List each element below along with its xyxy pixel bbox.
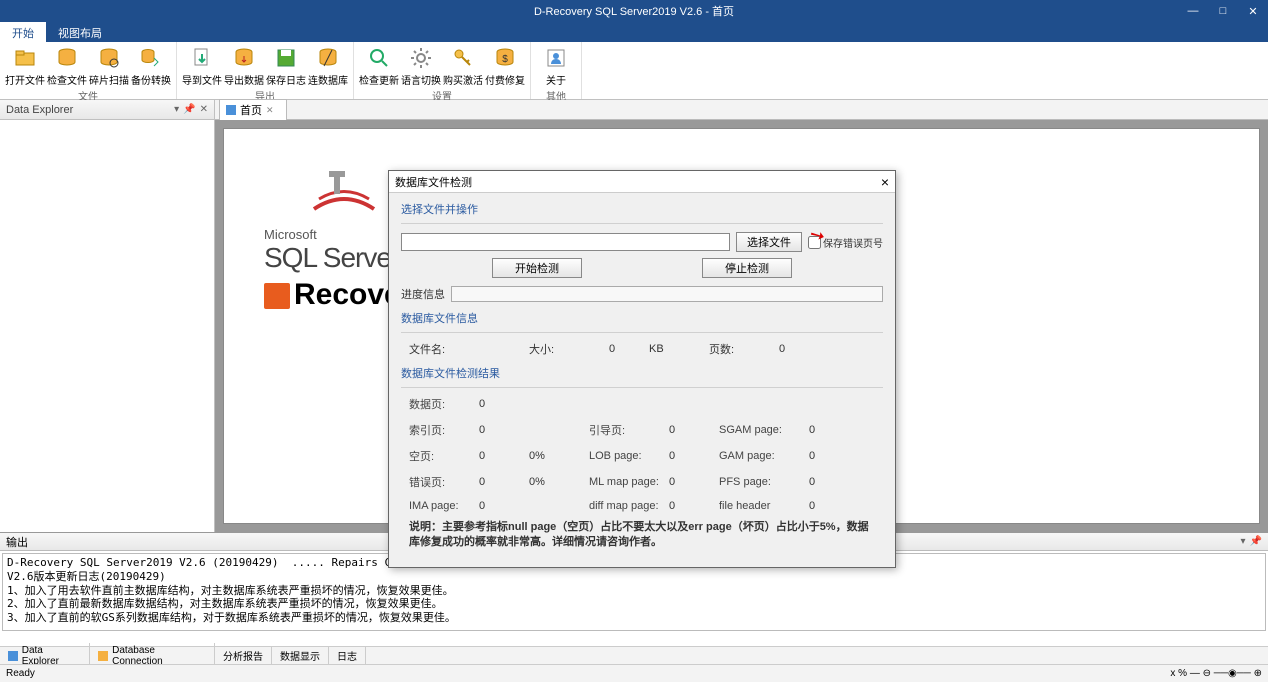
magnifier-icon	[367, 46, 391, 70]
pin-icon[interactable]: 📌	[183, 104, 195, 115]
save-log-button[interactable]: 保存日志	[265, 44, 307, 87]
doc-tab-icon	[226, 105, 236, 115]
titlebar: D-Recovery SQL Server2019 V2.6 - 首页 — □ …	[0, 0, 1268, 22]
section-fileinfo-title: 数据库文件信息	[401, 310, 883, 326]
size-value: 0	[609, 343, 649, 355]
status-ready: Ready	[6, 668, 35, 679]
dropdown-icon[interactable]: ▾	[174, 104, 179, 115]
section-select-title: 选择文件并操作	[401, 201, 883, 217]
statusbar: Ready x % — ⊖ ──◉── ⊕	[0, 664, 1268, 682]
tree-icon	[8, 651, 18, 661]
doc-tab-close-icon[interactable]: ✕	[266, 105, 274, 116]
tab-data-display[interactable]: 数据显示	[272, 646, 329, 665]
tab-viewlayout[interactable]: 视图布局	[46, 22, 114, 42]
doc-tab-strip: 首页 ✕	[215, 100, 1268, 120]
connect-db-button[interactable]: 连数据库	[307, 44, 349, 87]
dollar-db-icon: $	[493, 46, 517, 70]
progress-bar	[451, 286, 883, 302]
window-controls: — □ ✕	[1178, 0, 1268, 22]
ribbon-group-export: 导到文件 导出数据 保存日志 连数据库 导出	[177, 42, 354, 99]
export-file-button[interactable]: 导到文件	[181, 44, 223, 87]
about-button[interactable]: 关于	[535, 44, 577, 87]
output-controls: ▾ 📌	[1241, 536, 1262, 547]
dialog-body: 选择文件并操作 选择文件 保存错误页号 开始检测 停止检测 进度信息 数据库文件…	[389, 193, 895, 567]
sidebar-body	[0, 120, 214, 532]
dialog-close-icon[interactable]: ×	[881, 174, 889, 190]
progress-label: 进度信息	[401, 286, 445, 302]
bottom-right-tabs: 分析报告 数据显示 日志	[215, 646, 1268, 664]
connect-db-icon	[316, 46, 340, 70]
dialog-title-text: 数据库文件检测	[395, 174, 472, 190]
logo-orange-icon	[264, 283, 290, 309]
file-info-grid: 文件名: 大小: 0 KB 页数: 0	[401, 341, 883, 357]
export-data-icon	[232, 46, 256, 70]
language-button[interactable]: 语言切换	[400, 44, 442, 87]
db-icon	[98, 651, 108, 661]
divider	[401, 332, 883, 333]
save-log-icon	[274, 46, 298, 70]
file-path-input[interactable]	[401, 233, 730, 251]
check-file-button[interactable]: 检查文件	[46, 44, 88, 87]
pages-label: 页数:	[709, 341, 779, 357]
db-check-icon	[55, 46, 79, 70]
person-icon	[544, 46, 568, 70]
size-unit: KB	[649, 343, 709, 355]
close-button[interactable]: ✕	[1238, 0, 1268, 22]
folder-open-icon	[13, 46, 37, 70]
export-data-button[interactable]: 导出数据	[223, 44, 265, 87]
scan-button[interactable]: 碎片扫描	[88, 44, 130, 87]
sidebar-controls: ▾ 📌 ✕	[174, 104, 208, 115]
activate-button[interactable]: 购买激活	[442, 44, 484, 87]
save-error-checkbox[interactable]	[808, 236, 821, 249]
gear-icon	[409, 46, 433, 70]
status-zoom: x % — ⊖ ──◉── ⊕	[1170, 668, 1262, 679]
tab-analysis-report[interactable]: 分析报告	[215, 646, 272, 665]
tab-log[interactable]: 日志	[329, 646, 366, 665]
detect-result-grid: 数据页:0 索引页:0引导页:0SGAM page:0 空页:00%LOB pa…	[401, 396, 883, 512]
start-detect-button[interactable]: 开始检测	[492, 258, 582, 278]
backup-button[interactable]: 备份转换	[130, 44, 172, 87]
key-icon	[451, 46, 475, 70]
pages-value: 0	[779, 343, 819, 355]
stop-detect-button[interactable]: 停止检测	[702, 258, 792, 278]
check-update-button[interactable]: 检查更新	[358, 44, 400, 87]
save-error-checkbox-label[interactable]: 保存错误页号	[808, 235, 883, 250]
ribbon: 打开文件 检查文件 碎片扫描 备份转换 文件 导到文件 导出数据 保存日志 连数…	[0, 42, 1268, 100]
dialog-db-detect: 数据库文件检测 × 选择文件并操作 选择文件 保存错误页号 开始检测 停止检测 …	[388, 170, 896, 568]
pin-icon[interactable]: 📌	[1250, 536, 1262, 547]
ribbon-group-other: 关于 其他	[531, 42, 582, 99]
tab-start[interactable]: 开始	[0, 22, 46, 42]
dropdown-icon[interactable]: ▾	[1241, 536, 1246, 547]
svg-text:$: $	[502, 54, 508, 65]
divider	[401, 387, 883, 388]
doc-tab-home[interactable]: 首页 ✕	[219, 99, 287, 120]
export-file-icon	[190, 46, 214, 70]
sql-logo-icon	[304, 169, 384, 221]
result-note: 说明：主要参考指标null page（空页）占比不要太大以及err page（坏…	[401, 520, 883, 551]
sidebar-header: Data Explorer ▾ 📌 ✕	[0, 100, 214, 120]
size-label: 大小:	[529, 341, 609, 357]
window-title: D-Recovery SQL Server2019 V2.6 - 首页	[534, 3, 734, 19]
sidebar: Data Explorer ▾ 📌 ✕	[0, 100, 215, 532]
backup-icon	[139, 46, 163, 70]
maximize-button[interactable]: □	[1208, 0, 1238, 22]
filename-label: 文件名:	[409, 341, 469, 357]
minimize-button[interactable]: —	[1178, 0, 1208, 22]
section-result-title: 数据库文件检测结果	[401, 365, 883, 381]
doc-tab-label: 首页	[240, 102, 262, 118]
paid-repair-button[interactable]: $付费修复	[484, 44, 526, 87]
bottom-left-tabs: Data Explorer Database Connection	[0, 646, 215, 664]
ribbon-group-file: 打开文件 检查文件 碎片扫描 备份转换 文件	[0, 42, 177, 99]
close-panel-icon[interactable]: ✕	[200, 104, 208, 115]
sidebar-title: Data Explorer	[6, 104, 73, 116]
menu-tabs: 开始 视图布局	[0, 22, 1268, 42]
select-file-button[interactable]: 选择文件	[736, 232, 802, 252]
ribbon-group-setting: 检查更新 语言切换 购买激活 $付费修复 设置	[354, 42, 531, 99]
divider	[401, 223, 883, 224]
scan-icon	[97, 46, 121, 70]
dialog-titlebar[interactable]: 数据库文件检测 ×	[389, 171, 895, 193]
output-title: 输出	[6, 534, 28, 550]
open-file-button[interactable]: 打开文件	[4, 44, 46, 87]
